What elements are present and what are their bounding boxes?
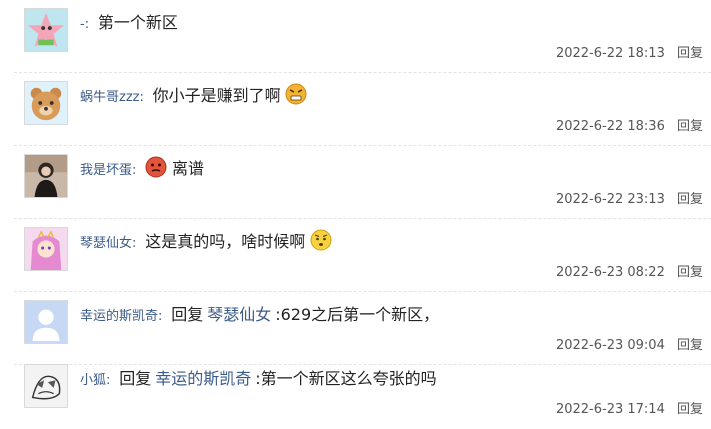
- sketch-character-avatar-icon: [25, 365, 67, 407]
- reply-button[interactable]: 回复: [677, 119, 703, 134]
- comment-item: -: 第一个新区 2022-6-22 18:13 回复: [0, 0, 711, 73]
- comment-timestamp: 2022-6-22 23:13: [555, 192, 665, 207]
- reply-target-username[interactable]: 幸运的斯凯奇: [155, 369, 251, 388]
- starfish-avatar-icon: [25, 9, 67, 51]
- comment-username[interactable]: 我是坏蛋: [80, 163, 132, 178]
- bear-avatar-icon: [25, 82, 67, 124]
- default-user-avatar-icon: [25, 301, 67, 343]
- avatar[interactable]: [24, 154, 68, 198]
- comment-text: 离谱: [171, 159, 204, 178]
- comment-timestamp: 2022-6-23 09:04: [555, 338, 665, 353]
- avatar[interactable]: [24, 227, 68, 271]
- comment-item: 小狐: 回复 幸运的斯凯奇:第一个新区这么夸张的吗 2022-6-23 17:14…: [0, 356, 711, 429]
- avatar[interactable]: [24, 364, 68, 408]
- comment-timestamp: 2022-6-23 08:22: [555, 265, 665, 280]
- comment-username[interactable]: 小狐: [80, 373, 106, 388]
- avatar[interactable]: [24, 300, 68, 344]
- reply-target-username[interactable]: 琴瑟仙女: [207, 305, 271, 324]
- reply-button[interactable]: 回复: [677, 402, 703, 417]
- avatar[interactable]: [24, 8, 68, 52]
- comment-text: :第一个新区这么夸张的吗: [255, 369, 437, 388]
- comment-username[interactable]: 琴瑟仙女: [80, 236, 132, 251]
- comment-username[interactable]: 蜗牛哥zzz: [80, 90, 139, 105]
- comment-timestamp: 2022-6-22 18:13: [555, 46, 665, 61]
- comment-item: 琴瑟仙女: 这是真的吗，啥时候啊 2022-6-23 08:22 回复: [0, 219, 711, 292]
- anime-character-avatar-icon: [25, 228, 67, 270]
- comment-item: 我是坏蛋: 离谱 2022-6-22 23:13 回复: [0, 146, 711, 219]
- worried-face-emoji-icon: [310, 229, 332, 251]
- red-face-emoji-icon: [145, 156, 167, 178]
- reply-button[interactable]: 回复: [677, 46, 703, 61]
- comment-username[interactable]: 幸运的斯凯奇: [80, 309, 158, 324]
- comment-item: 幸运的斯凯奇: 回复 琴瑟仙女:629之后第一个新区， 2022-6-23 09:…: [0, 292, 711, 365]
- reply-button[interactable]: 回复: [677, 265, 703, 280]
- reply-button[interactable]: 回复: [677, 338, 703, 353]
- angry-face-emoji-icon: [285, 83, 307, 105]
- comment-text: :629之后第一个新区，: [275, 305, 440, 324]
- comment-username[interactable]: -: [80, 17, 85, 32]
- comment-timestamp: 2022-6-23 17:14: [555, 402, 665, 417]
- avatar[interactable]: [24, 81, 68, 125]
- comment-text: 这是真的吗，啥时候啊: [145, 232, 306, 251]
- reply-prefix: 回复: [171, 305, 204, 324]
- comment-item: 蜗牛哥zzz: 你小子是赚到了啊 2022-6-22 18:36 回复: [0, 73, 711, 146]
- girl-photo-avatar-icon: [25, 155, 67, 197]
- reply-prefix: 回复: [119, 369, 152, 388]
- comment-timestamp: 2022-6-22 18:36: [555, 119, 665, 134]
- reply-button[interactable]: 回复: [677, 192, 703, 207]
- comment-text: 第一个新区: [97, 13, 178, 32]
- comment-text: 你小子是赚到了啊: [152, 86, 281, 105]
